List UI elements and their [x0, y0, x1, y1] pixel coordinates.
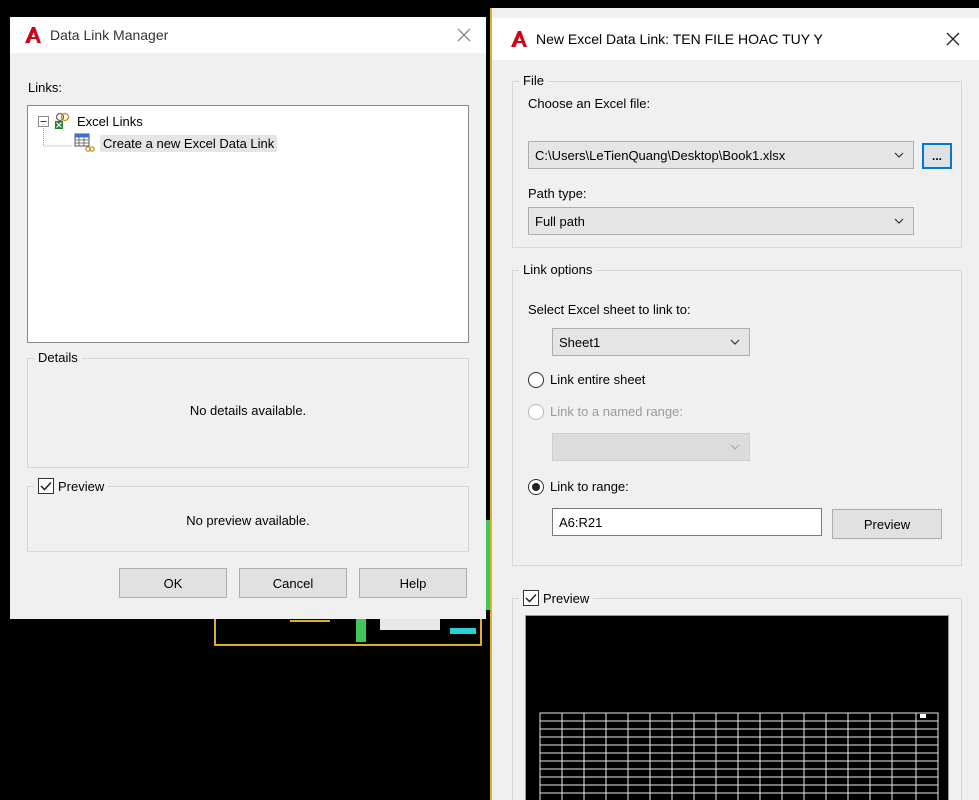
link-to-range-label: Link to range:: [550, 479, 629, 494]
data-link-manager-dialog: Data Link Manager Links: Excel Links Cre…: [10, 17, 486, 619]
file-path-value: C:\Users\LeTienQuang\Desktop\Book1.xlsx: [535, 147, 786, 163]
path-type-combo[interactable]: Full path: [528, 207, 914, 235]
path-type-value: Full path: [535, 213, 585, 229]
sheet-value: Sheet1: [559, 334, 601, 350]
help-button[interactable]: Help: [359, 568, 467, 598]
nel-preview-toggle[interactable]: Preview: [519, 590, 594, 606]
named-range-combo[interactable]: [552, 433, 750, 461]
table-preview-grid: [539, 712, 939, 800]
new-excel-link-dialog: New Excel Data Link: TEN FILE HOAC TUY Y…: [490, 8, 979, 800]
cad-drawing-block: [450, 628, 476, 634]
tree-node-create-link-label: Create a new Excel Data Link: [100, 134, 278, 152]
range-input[interactable]: A6:R21: [552, 508, 822, 536]
path-type-label: Path type:: [528, 186, 587, 201]
tree-node-create-link[interactable]: Create a new Excel Data Link: [74, 133, 278, 153]
autocad-logo-icon: [25, 27, 41, 43]
link-entire-sheet-label: Link entire sheet: [550, 372, 646, 387]
preview-message: No preview available.: [186, 513, 310, 528]
links-tree[interactable]: Excel Links Create a new Excel Data Link: [27, 105, 469, 343]
chevron-down-icon: [730, 339, 740, 345]
browse-button[interactable]: ...: [922, 143, 952, 169]
dlm-close-button[interactable]: [452, 23, 476, 47]
file-path-combo[interactable]: C:\Users\LeTienQuang\Desktop\Book1.xlsx: [528, 141, 914, 169]
preview-checkbox[interactable]: [38, 478, 54, 494]
cancel-button[interactable]: Cancel: [239, 568, 347, 598]
autocad-logo-icon: [511, 31, 527, 47]
sheet-select-label: Select Excel sheet to link to:: [528, 302, 691, 317]
cad-drawing-line: [290, 620, 330, 622]
link-entire-sheet-radio[interactable]: [528, 372, 544, 388]
range-preview-button[interactable]: Preview: [832, 509, 942, 539]
chevron-down-icon: [894, 152, 904, 158]
chevron-down-icon: [730, 444, 740, 450]
preview-toggle[interactable]: Preview: [34, 478, 109, 494]
nel-title: New Excel Data Link: TEN FILE HOAC TUY Y: [536, 31, 823, 47]
close-icon: [946, 32, 960, 46]
nel-preview-label: Preview: [543, 590, 590, 606]
file-group-title: File: [519, 73, 548, 88]
choose-file-label: Choose an Excel file:: [528, 96, 651, 111]
details-message: No details available.: [189, 403, 307, 418]
sheet-combo[interactable]: Sheet1: [552, 328, 750, 356]
table-preview-pane: [525, 615, 949, 800]
dlm-title: Data Link Manager: [50, 27, 169, 43]
links-label: Links:: [28, 80, 62, 95]
chevron-down-icon: [894, 218, 904, 224]
dlm-titlebar: Data Link Manager: [10, 17, 486, 53]
preview-group: Preview No preview available.: [27, 478, 469, 552]
preview-label: Preview: [58, 478, 105, 494]
link-options-title: Link options: [519, 262, 597, 277]
nel-titlebar: New Excel Data Link: TEN FILE HOAC TUY Y: [492, 18, 979, 60]
details-group: Details No details available.: [27, 350, 469, 468]
link-named-range-radio[interactable]: [528, 404, 544, 420]
details-title: Details: [34, 350, 82, 365]
link-to-range-radio[interactable]: [528, 479, 544, 495]
close-icon: [457, 28, 471, 42]
link-named-range-label: Link to a named range:: [550, 404, 683, 419]
table-link-icon: [74, 133, 95, 152]
nel-preview-checkbox[interactable]: [523, 590, 539, 606]
ok-button[interactable]: OK: [119, 568, 227, 598]
tree-node-excel-links-label: Excel Links: [77, 113, 143, 129]
nel-close-button[interactable]: [941, 27, 965, 51]
